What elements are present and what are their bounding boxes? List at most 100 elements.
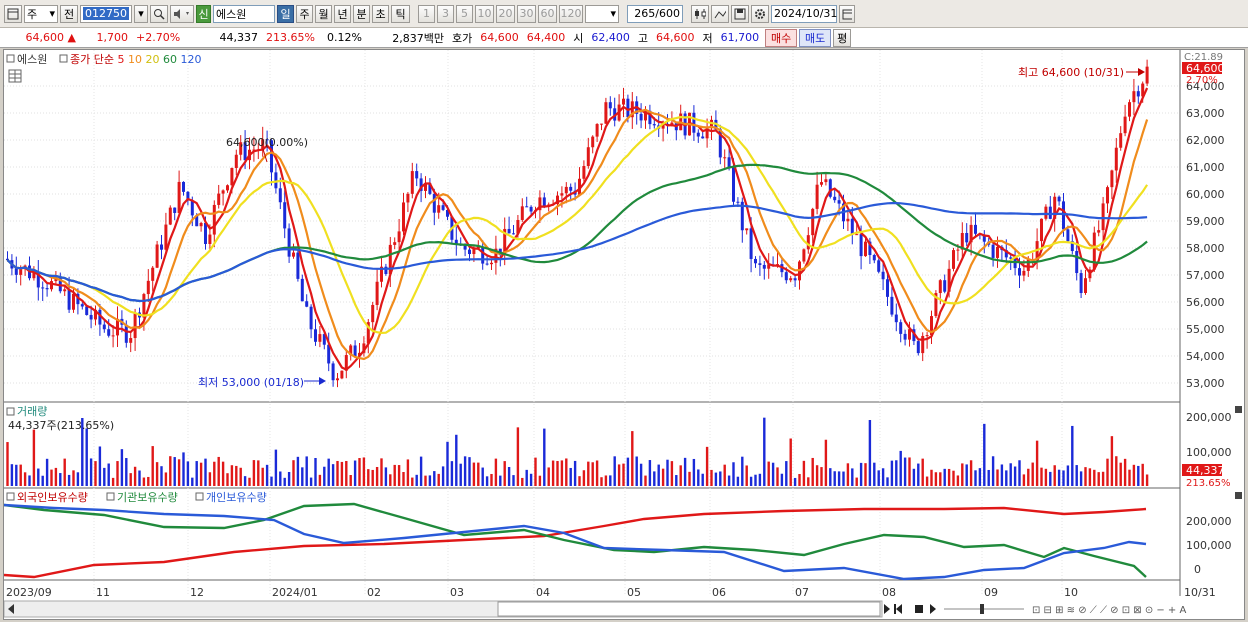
- period-month[interactable]: 월: [315, 4, 332, 23]
- interval-20[interactable]: 20: [496, 4, 515, 23]
- candle-body: [736, 201, 740, 203]
- volume-bar: [987, 469, 990, 486]
- data-count-field[interactable]: 265/600: [627, 4, 683, 23]
- volume-bar: [525, 469, 528, 486]
- interval-custom-select[interactable]: ▾: [585, 4, 619, 23]
- gear-icon[interactable]: [751, 4, 769, 23]
- period-tick[interactable]: 틱: [391, 4, 410, 23]
- interval-60[interactable]: 60: [538, 4, 557, 23]
- interval-120[interactable]: 120: [559, 4, 583, 23]
- hold-tick-200k: 200,000: [1186, 515, 1232, 528]
- code-field[interactable]: 012750: [80, 4, 132, 23]
- volume-bar: [1005, 470, 1008, 486]
- search-icon[interactable]: [150, 4, 168, 23]
- volume-bar: [974, 470, 977, 486]
- period-second[interactable]: 초: [372, 4, 389, 23]
- volume-bar: [600, 477, 603, 486]
- y-tick: 59,000: [1186, 215, 1225, 228]
- volume-bar: [1123, 458, 1127, 486]
- candle-body: [692, 112, 696, 133]
- legend-ma-checkbox[interactable]: [59, 54, 68, 63]
- candle-type-icon[interactable]: [691, 4, 709, 23]
- volume-bar: [287, 471, 291, 486]
- period-minute[interactable]: 분: [353, 4, 370, 23]
- save-icon[interactable]: [731, 4, 749, 23]
- candle-body: [507, 228, 511, 234]
- candle-body: [1110, 170, 1114, 188]
- volume-bar: [450, 461, 454, 486]
- price-chart[interactable]: 에스원 종가 단순 5 10 20 60 120 64,00063,00062,…: [3, 50, 1244, 619]
- volume-bar: [617, 464, 621, 486]
- interval-5[interactable]: 5: [456, 4, 473, 23]
- calendar-icon[interactable]: [839, 4, 855, 23]
- candle-body: [754, 258, 757, 264]
- buy-button[interactable]: 매수: [765, 28, 798, 47]
- period-week[interactable]: 주: [296, 4, 313, 23]
- scrollbar-thumb[interactable]: [497, 601, 881, 617]
- volume-bar: [534, 457, 537, 486]
- candle-body: [432, 193, 436, 213]
- date-field[interactable]: 2024/10/31: [771, 4, 837, 23]
- volume-bar: [305, 456, 308, 486]
- volume-bar: [846, 463, 850, 486]
- candle-body: [67, 289, 71, 310]
- volume-bar: [1115, 456, 1118, 486]
- volume-bar: [1075, 465, 1078, 486]
- volume-bar: [155, 462, 159, 486]
- volume-bar: [433, 471, 436, 486]
- interval-1[interactable]: 1: [418, 4, 435, 23]
- volume-bar: [6, 442, 9, 486]
- eval-button[interactable]: 평: [833, 28, 852, 47]
- candle-body: [1044, 206, 1048, 219]
- prev-button[interactable]: 전: [60, 4, 78, 23]
- volume-bar: [499, 475, 502, 486]
- candle-body: [168, 207, 172, 225]
- holdings-close-icon[interactable]: [1235, 492, 1242, 499]
- volume-bar: [1145, 474, 1149, 486]
- candle-body: [182, 181, 185, 192]
- window-icon[interactable]: [4, 4, 22, 23]
- volume-bar: [323, 466, 326, 486]
- type-select[interactable]: 주 ▾: [24, 4, 58, 23]
- volume-bar: [490, 473, 493, 486]
- speaker-icon[interactable]: [170, 4, 194, 23]
- x-label: 03: [450, 586, 464, 599]
- volume-bar: [657, 464, 660, 486]
- volume-bar: [512, 475, 515, 486]
- candle-body: [63, 289, 67, 292]
- stock-name-field[interactable]: 에스원: [213, 4, 275, 23]
- volume-bar: [318, 474, 322, 486]
- volume-bar: [587, 461, 590, 486]
- volume-close-icon[interactable]: [1235, 406, 1242, 413]
- chart-area[interactable]: 에스원 종가 단순 5 10 20 60 120 64,000 63,000 62,…: [3, 49, 1245, 620]
- period-day[interactable]: 일: [277, 4, 294, 23]
- interval-30[interactable]: 30: [517, 4, 536, 23]
- volume-bar: [595, 460, 599, 486]
- sell-button[interactable]: 매도: [799, 28, 832, 47]
- volume-bar: [428, 475, 432, 486]
- candle-body: [696, 132, 700, 137]
- volume-bar: [859, 462, 863, 486]
- code-dropdown-icon[interactable]: ▾: [134, 4, 148, 23]
- volume-bar: [217, 456, 220, 486]
- volume-bar: [604, 475, 608, 486]
- candle-body: [221, 190, 225, 194]
- volume-bar: [578, 476, 581, 486]
- interval-3[interactable]: 3: [437, 4, 454, 23]
- volume-bar: [59, 473, 62, 486]
- price-marker-label: 64,600: [1186, 62, 1225, 75]
- volume-bar: [1097, 472, 1100, 486]
- volume-bar: [336, 460, 339, 486]
- volume-bar: [732, 462, 735, 486]
- interval-10[interactable]: 10: [475, 4, 494, 23]
- candle-body: [490, 262, 493, 265]
- volume-bar: [683, 457, 687, 486]
- legend-checkbox[interactable]: [6, 54, 15, 63]
- volume-bar: [371, 469, 374, 486]
- period-year[interactable]: 년: [334, 4, 351, 23]
- vol-tick-100k: 100,000: [1186, 446, 1232, 459]
- x-label: 2024/01: [272, 586, 318, 599]
- candle-body: [881, 271, 885, 280]
- candle-body: [815, 184, 819, 209]
- draw-line-icon[interactable]: [711, 4, 729, 23]
